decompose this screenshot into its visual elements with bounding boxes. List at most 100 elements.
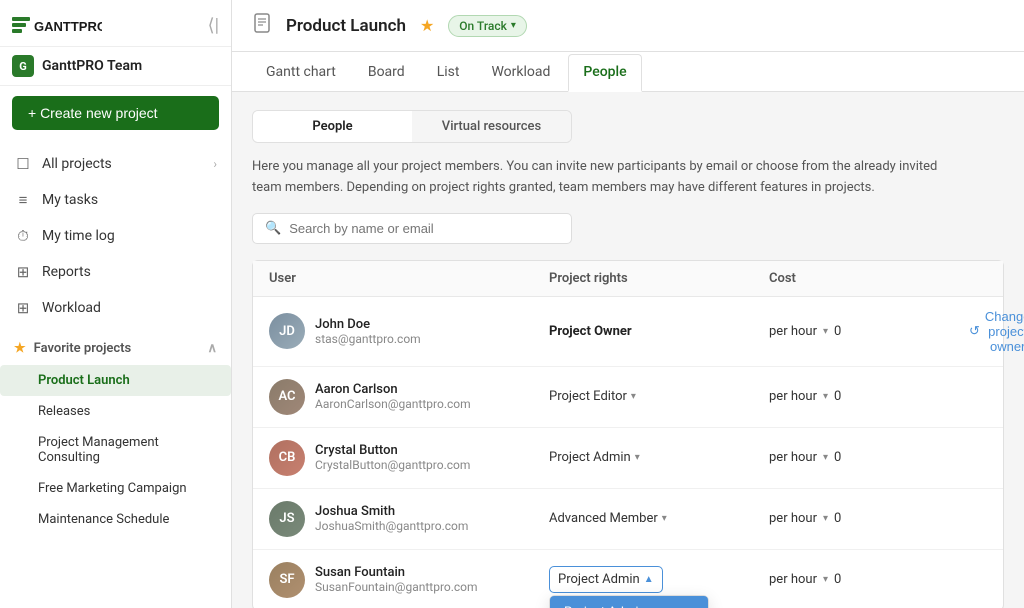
team-icon: G: [12, 55, 34, 77]
reports-icon: ⊞: [14, 263, 32, 281]
document-icon: [252, 13, 272, 33]
tab-gantt-chart[interactable]: Gantt chart: [252, 55, 350, 91]
rights-selected-label: Project Admin: [558, 572, 640, 587]
all-projects-icon: ☐: [14, 155, 32, 173]
dropdown-option-project-admin[interactable]: Project Admin: [550, 596, 708, 608]
main-content: Product Launch ★ On Track ▾ Gantt chart …: [232, 0, 1024, 608]
rights-dropdown-arrow-icon[interactable]: ▾: [662, 513, 667, 524]
sidebar-item-label: Reports: [42, 264, 91, 280]
create-project-button[interactable]: + Create new project: [12, 96, 219, 130]
tab-board[interactable]: Board: [354, 55, 419, 91]
header-cost: Cost: [769, 271, 969, 286]
cost-value: 0: [834, 511, 841, 526]
refresh-icon: ↺: [969, 323, 980, 339]
sidebar-item-my-time-log[interactable]: ⏱ My time log: [0, 218, 231, 254]
rights-dropdown-chevron-icon: ▲: [644, 574, 654, 585]
avatar: AC: [269, 379, 305, 415]
avatar: JS: [269, 501, 305, 537]
cost-unit: per hour: [769, 450, 817, 465]
tab-list[interactable]: List: [423, 55, 474, 91]
table-header: User Project rights Cost: [253, 261, 1003, 297]
rights-label: Advanced Member: [549, 511, 658, 526]
collapse-sidebar-button[interactable]: ⟨|: [208, 15, 219, 36]
user-cell: CB Crystal Button CrystalButton@ganttpro…: [269, 440, 549, 476]
cost-cell: per hour ▾ 0: [769, 450, 969, 465]
sidebar-item-my-tasks[interactable]: ≡ My tasks: [0, 182, 231, 218]
sidebar-item-releases[interactable]: Releases: [0, 396, 231, 427]
sidebar-item-label: Workload: [42, 300, 101, 316]
star-icon: ★: [14, 341, 26, 356]
rights-dropdown-open[interactable]: Project Admin ▲: [549, 566, 663, 593]
chevron-up-icon: ∧: [207, 341, 217, 356]
header-rights: Project rights: [549, 271, 769, 286]
cost-dropdown-arrow-icon[interactable]: ▾: [823, 513, 828, 524]
sidebar-item-project-management-consulting[interactable]: Project Management Consulting: [0, 427, 231, 473]
rights-cell: Project Editor ▾: [549, 389, 769, 404]
status-chevron-icon: ▾: [511, 20, 516, 31]
description-text: Here you manage all your project members…: [252, 157, 952, 199]
tab-people[interactable]: People: [568, 54, 641, 92]
sidebar-item-product-launch[interactable]: Product Launch: [0, 365, 231, 396]
subtab-people[interactable]: People: [253, 111, 412, 142]
cost-value: 0: [834, 572, 841, 587]
user-name: Aaron Carlson: [315, 382, 471, 397]
avatar: SF: [269, 562, 305, 598]
project-breadcrumb-icon: [252, 13, 272, 38]
team-name: GanttPRO Team: [42, 58, 142, 74]
favorites-header[interactable]: ★ Favorite projects ∧: [0, 332, 231, 365]
user-email: SusanFountain@ganttpro.com: [315, 580, 478, 594]
rights-cell: Project Owner: [549, 324, 769, 339]
favorite-star-icon[interactable]: ★: [420, 16, 434, 35]
user-info: John Doe stas@ganttpro.com: [315, 317, 421, 346]
sidebar-nav: ☐ All projects › ≡ My tasks ⏱ My time lo…: [0, 140, 231, 332]
header-user: User: [269, 271, 549, 286]
change-project-owner-button[interactable]: ↺ Change project owner: [969, 309, 1024, 354]
rights-dropdown-arrow-icon[interactable]: ▾: [635, 452, 640, 463]
sidebar-item-label: All projects: [42, 156, 112, 172]
sidebar-item-label: My time log: [42, 228, 115, 244]
tab-workload[interactable]: Workload: [477, 55, 564, 91]
user-info: Joshua Smith JoshuaSmith@ganttpro.com: [315, 504, 468, 533]
subtab-virtual-resources[interactable]: Virtual resources: [412, 111, 571, 142]
status-badge[interactable]: On Track ▾: [448, 15, 527, 37]
sidebar-item-reports[interactable]: ⊞ Reports: [0, 254, 231, 290]
user-name: Susan Fountain: [315, 565, 478, 580]
user-email: CrystalButton@ganttpro.com: [315, 458, 470, 472]
project-owner-label: Project Owner: [549, 324, 632, 339]
cost-unit: per hour: [769, 324, 817, 339]
cost-value: 0: [834, 450, 841, 465]
avatar: CB: [269, 440, 305, 476]
table-row: JS Joshua Smith JoshuaSmith@ganttpro.com…: [253, 489, 1003, 550]
svg-text:GANTTPRO: GANTTPRO: [34, 19, 102, 34]
cost-dropdown-arrow-icon[interactable]: ▾: [823, 391, 828, 402]
cost-cell: per hour ▾ 0: [769, 389, 969, 404]
nav-arrow-icon: ›: [213, 157, 217, 171]
user-cell: SF Susan Fountain SusanFountain@ganttpro…: [269, 562, 549, 598]
project-title: Product Launch: [286, 16, 406, 36]
sidebar-item-free-marketing-campaign[interactable]: Free Marketing Campaign: [0, 473, 231, 504]
cost-dropdown-arrow-icon[interactable]: ▾: [823, 574, 828, 585]
sidebar-item-label: My tasks: [42, 192, 98, 208]
team-row: G GanttPRO Team: [0, 47, 231, 86]
content-area: People Virtual resources Here you manage…: [232, 92, 1024, 608]
sidebar-item-maintenance-schedule[interactable]: Maintenance Schedule: [0, 504, 231, 535]
rights-dropdown-arrow-icon[interactable]: ▾: [631, 391, 636, 402]
logo-icon: GANTTPRO: [12, 14, 102, 36]
user-name: Crystal Button: [315, 443, 470, 458]
sidebar-item-workload[interactable]: ⊞ Workload: [0, 290, 231, 326]
cost-dropdown-arrow-icon[interactable]: ▾: [823, 452, 828, 463]
cost-dropdown-arrow-icon[interactable]: ▾: [823, 326, 828, 337]
time-log-icon: ⏱: [14, 227, 32, 245]
rights-dropdown-menu: Project Admin Advanced Member Limited Me…: [549, 595, 709, 608]
rights-label: Project Admin: [549, 450, 631, 465]
rights-cell: Project Admin ▲ Project Admin Advanced M…: [549, 566, 769, 593]
sidebar-header: GANTTPRO ⟨|: [0, 0, 231, 47]
search-input[interactable]: [289, 221, 559, 236]
cost-unit: per hour: [769, 389, 817, 404]
user-cell: JS Joshua Smith JoshuaSmith@ganttpro.com: [269, 501, 549, 537]
people-table: User Project rights Cost JD John Doe sta…: [252, 260, 1004, 608]
search-bar: 🔍: [252, 213, 572, 244]
sidebar-item-all-projects[interactable]: ☐ All projects ›: [0, 146, 231, 182]
table-row: JD John Doe stas@ganttpro.com Project Ow…: [253, 297, 1003, 367]
sidebar: GANTTPRO ⟨| G GanttPRO Team + Create new…: [0, 0, 232, 608]
